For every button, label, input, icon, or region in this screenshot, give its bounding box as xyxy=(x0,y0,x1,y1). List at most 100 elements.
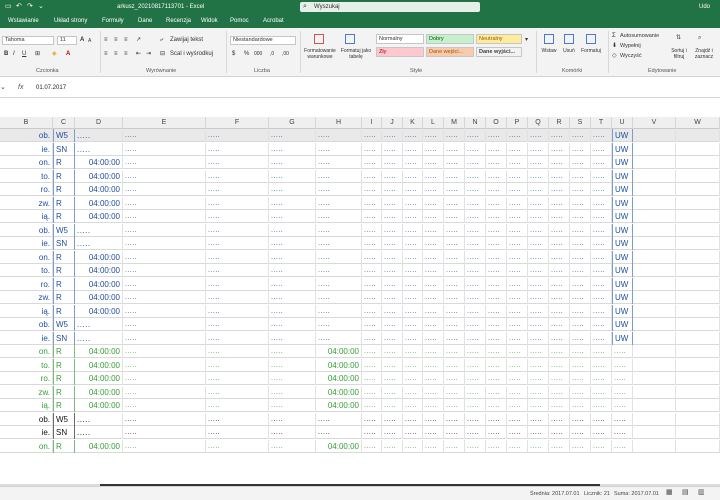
cell-q[interactable]: ..... xyxy=(528,129,549,142)
cell-m[interactable]: ..... xyxy=(444,264,465,277)
italic-button[interactable]: I xyxy=(13,50,15,58)
cell-v[interactable] xyxy=(633,372,676,385)
cell-s[interactable]: ..... xyxy=(570,426,591,439)
cell-j[interactable]: ..... xyxy=(382,426,403,439)
cell-s[interactable]: ..... xyxy=(570,170,591,183)
cell-o[interactable]: ..... xyxy=(486,359,507,372)
cell-n[interactable]: ..... xyxy=(465,237,486,250)
cell-i[interactable]: ..... xyxy=(362,183,382,196)
cell-r[interactable]: ..... xyxy=(549,210,570,223)
cell-v[interactable] xyxy=(633,170,676,183)
cell-t[interactable]: ..... xyxy=(591,170,612,183)
cell-q[interactable]: ..... xyxy=(528,399,549,412)
cell-f[interactable]: ..... xyxy=(206,183,269,196)
cell-d[interactable]: 04:00:00 xyxy=(75,170,123,183)
cell-e[interactable]: ..... xyxy=(123,143,206,156)
cell-t[interactable]: ..... xyxy=(591,224,612,237)
cell-m[interactable]: ..... xyxy=(444,170,465,183)
fill-color-icon[interactable]: ◈ xyxy=(52,50,57,58)
cell-t[interactable]: ..... xyxy=(591,197,612,210)
cell-m[interactable]: ..... xyxy=(444,399,465,412)
cell-t[interactable]: ..... xyxy=(591,426,612,439)
cell-k[interactable]: ..... xyxy=(403,291,423,304)
cell-w[interactable] xyxy=(676,237,720,250)
cell-q[interactable]: ..... xyxy=(528,305,549,318)
cell-n[interactable]: ..... xyxy=(465,386,486,399)
cell-p[interactable]: ..... xyxy=(507,291,528,304)
cell-p[interactable]: ..... xyxy=(507,305,528,318)
cell-c[interactable]: R xyxy=(53,399,75,412)
cell-l[interactable]: ..... xyxy=(423,426,444,439)
cell-r[interactable]: ..... xyxy=(549,251,570,264)
cell-b[interactable]: on. xyxy=(0,251,53,264)
insert-function-icon[interactable]: fx xyxy=(18,82,23,94)
column-header-b[interactable]: B xyxy=(0,117,53,129)
cell-q[interactable]: ..... xyxy=(528,197,549,210)
cell-l[interactable]: ..... xyxy=(423,305,444,318)
cell-l[interactable]: ..... xyxy=(423,278,444,291)
cell-q[interactable]: ..... xyxy=(528,237,549,250)
cell-g[interactable]: ..... xyxy=(269,372,316,385)
bold-button[interactable]: B xyxy=(4,50,8,58)
cell-j[interactable]: ..... xyxy=(382,143,403,156)
cell-m[interactable]: ..... xyxy=(444,332,465,345)
cell-j[interactable]: ..... xyxy=(382,386,403,399)
number-format-select[interactable]: Niestandardowe xyxy=(230,36,296,45)
cell-j[interactable]: ..... xyxy=(382,359,403,372)
cell-d[interactable]: 04:00:00 xyxy=(75,372,123,385)
cell-c[interactable]: R xyxy=(53,440,75,453)
cell-r[interactable]: ..... xyxy=(549,264,570,277)
cell-c[interactable]: R xyxy=(53,372,75,385)
cell-v[interactable] xyxy=(633,413,676,426)
cell-v[interactable] xyxy=(633,224,676,237)
cell-g[interactable]: ..... xyxy=(269,399,316,412)
merge-icon[interactable]: ⊟ xyxy=(160,50,165,58)
decrease-decimal-button[interactable]: ,00 xyxy=(282,50,289,58)
cell-c[interactable]: R xyxy=(53,359,75,372)
cell-s[interactable]: ..... xyxy=(570,210,591,223)
style-good[interactable]: Dobry xyxy=(426,34,474,44)
cell-q[interactable]: ..... xyxy=(528,170,549,183)
cell-k[interactable]: ..... xyxy=(403,426,423,439)
cell-g[interactable]: ..... xyxy=(269,359,316,372)
cell-e[interactable]: ..... xyxy=(123,345,206,358)
cell-e[interactable]: ..... xyxy=(123,413,206,426)
cell-g[interactable]: ..... xyxy=(269,291,316,304)
cell-o[interactable]: ..... xyxy=(486,332,507,345)
orientation-icon[interactable]: ↗ xyxy=(136,36,141,44)
cell-d[interactable]: 04:00:00 xyxy=(75,251,123,264)
cell-e[interactable]: ..... xyxy=(123,332,206,345)
cell-s[interactable]: ..... xyxy=(570,143,591,156)
cell-s[interactable]: ..... xyxy=(570,156,591,169)
cell-b[interactable]: ią. xyxy=(0,210,53,223)
cell-d[interactable]: 04:00:00 xyxy=(75,197,123,210)
cell-u[interactable]: UW xyxy=(612,251,633,264)
cell-w[interactable] xyxy=(676,359,720,372)
cell-u[interactable]: UW xyxy=(612,197,633,210)
page-break-view-icon[interactable]: ▥ xyxy=(698,489,705,497)
cell-u[interactable]: UW xyxy=(612,224,633,237)
tab-acrobat[interactable]: Acrobat xyxy=(263,17,284,25)
cell-b[interactable]: ie. xyxy=(0,332,53,345)
cell-l[interactable]: ..... xyxy=(423,345,444,358)
cell-f[interactable]: ..... xyxy=(206,237,269,250)
format-as-table-button[interactable]: Formatuj jako tabelę xyxy=(338,48,374,60)
cell-d[interactable]: 04:00:00 xyxy=(75,291,123,304)
cell-b[interactable]: ro. xyxy=(0,278,53,291)
cell-u[interactable]: UW xyxy=(612,332,633,345)
tab-data[interactable]: Dane xyxy=(138,17,152,25)
cell-j[interactable]: ..... xyxy=(382,183,403,196)
cell-l[interactable]: ..... xyxy=(423,237,444,250)
cell-d[interactable]: ..... xyxy=(75,143,123,156)
cell-v[interactable] xyxy=(633,156,676,169)
cell-p[interactable]: ..... xyxy=(507,197,528,210)
cell-p[interactable]: ..... xyxy=(507,399,528,412)
cell-b[interactable]: zw. xyxy=(0,291,53,304)
cell-d[interactable]: ..... xyxy=(75,224,123,237)
cell-f[interactable]: ..... xyxy=(206,332,269,345)
cell-n[interactable]: ..... xyxy=(465,143,486,156)
tab-formulas[interactable]: Formuły xyxy=(102,17,124,25)
align-top-icon[interactable]: ≡ xyxy=(104,36,108,44)
cell-p[interactable]: ..... xyxy=(507,224,528,237)
cell-c[interactable]: W5 xyxy=(53,224,75,237)
